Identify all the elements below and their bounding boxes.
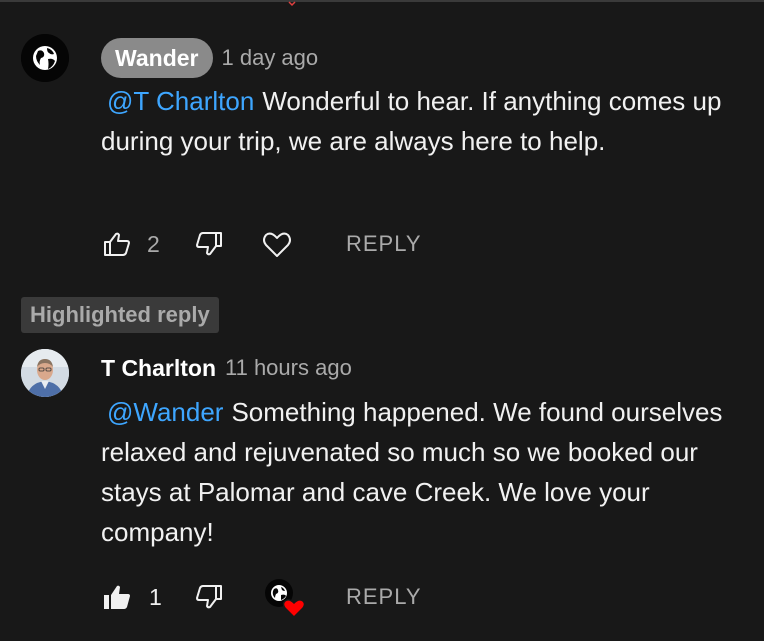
- comment-text: @Wander Something happened. We found ours…: [101, 392, 731, 552]
- mention-link[interactable]: @T Charlton: [107, 86, 254, 116]
- comment-actions: 1 REPLY: [101, 579, 521, 619]
- like-count: 1: [149, 584, 162, 610]
- author-name[interactable]: T Charlton: [101, 344, 216, 392]
- heart-outline-icon[interactable]: [261, 228, 293, 260]
- caret-icon: [288, 1, 296, 7]
- thumbs-down-icon[interactable]: [193, 228, 225, 260]
- thumbs-down-icon[interactable]: [193, 581, 225, 613]
- mention-link[interactable]: @Wander: [107, 397, 223, 427]
- comments-thread: Wander 1 day ago @T Charlton Wonderful to…: [0, 0, 764, 641]
- reply-button[interactable]: REPLY: [346, 226, 422, 262]
- highlighted-reply-badge: Highlighted reply: [21, 297, 219, 333]
- comment-meta: Wander 1 day ago: [101, 34, 318, 82]
- creator-heart-icon[interactable]: [263, 577, 307, 619]
- user-avatar[interactable]: [21, 349, 69, 397]
- comment-timestamp[interactable]: 1 day ago: [222, 45, 319, 71]
- globe-icon: [21, 34, 69, 82]
- like-count: 2: [147, 231, 160, 257]
- comment-timestamp[interactable]: 11 hours ago: [225, 355, 352, 381]
- reply-button[interactable]: REPLY: [346, 579, 422, 615]
- thumbs-up-filled-icon[interactable]: [101, 581, 133, 613]
- user-photo-icon: [21, 349, 69, 397]
- author-name[interactable]: Wander: [101, 38, 213, 78]
- comment-text: @T Charlton Wonderful to hear. If anythin…: [101, 81, 731, 161]
- comment-actions: 2 REPLY: [101, 226, 521, 262]
- comment-meta: T Charlton 11 hours ago: [101, 344, 352, 392]
- thumbs-up-icon[interactable]: [101, 228, 133, 260]
- channel-avatar[interactable]: [21, 34, 69, 82]
- top-divider: [0, 0, 764, 2]
